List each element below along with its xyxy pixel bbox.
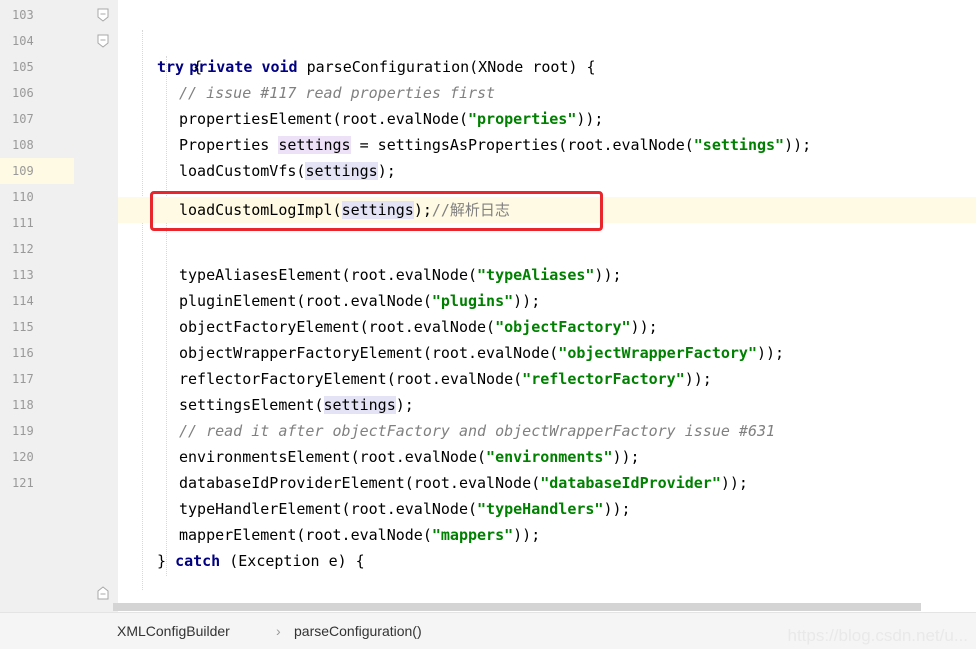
keyword: catch [175,552,221,570]
code-line-117[interactable]: environmentsElement(root.evalNode("envir… [118,418,976,466]
line-number: 119 [12,424,34,438]
line-number: 111 [12,216,34,230]
code-line-115[interactable]: settingsElement(settings); [118,366,976,414]
fold-marker-icon[interactable] [96,8,110,22]
line-number: 103 [12,8,34,22]
horizontal-scrollbar[interactable] [113,603,921,611]
line-number: 109 [0,158,74,184]
code-line-116[interactable]: // read it after objectFactory and objec… [118,392,976,440]
fold-marker-icon[interactable] [96,34,110,48]
code-line-103[interactable]: private void parseConfiguration(XNode ro… [118,2,976,76]
code-line-120[interactable]: mapperElement(root.evalNode("mappers")); [118,496,976,544]
code-line-114[interactable]: reflectorFactoryElement(root.evalNode("r… [118,340,976,388]
line-number: 114 [12,294,34,308]
breadcrumb-separator-icon: › [276,623,281,639]
line-number-gutter: 103 104 105 106 107 108 109 110 111 112 … [0,0,118,612]
breadcrumb-method[interactable]: parseConfiguration() [294,623,422,639]
line-number: 107 [12,112,34,126]
line-number: 112 [12,242,34,256]
line-number: 120 [12,450,34,464]
line-number: 113 [12,268,34,282]
line-number: 106 [12,86,34,100]
code-line-121[interactable]: } catch (Exception e) { [118,522,976,570]
highlight-annotation-box [150,191,603,231]
fold-end-marker-icon[interactable] [96,586,110,600]
code-line-108[interactable]: loadCustomVfs(settings); [118,132,976,180]
line-number: 118 [12,398,34,412]
line-number: 115 [12,320,34,334]
code-line-118[interactable]: databaseIdProviderElement(root.evalNode(… [118,444,976,492]
line-number: 117 [12,372,34,386]
watermark: https://blog.csdn.net/u... [787,626,968,645]
breadcrumb-class[interactable]: XMLConfigBuilder [117,623,230,639]
line-number: 104 [12,34,34,48]
code-line-105[interactable]: // issue #117 read properties first [118,54,976,102]
code-editor[interactable]: private void parseConfiguration(XNode ro… [118,0,976,612]
line-number: 116 [12,346,34,360]
code-line-119[interactable]: typeHandlerElement(root.evalNode("typeHa… [118,470,976,518]
code-text: } [157,552,176,570]
code-line-113[interactable]: objectWrapperFactoryElement(root.evalNod… [118,314,976,362]
code-line-111[interactable]: pluginElement(root.evalNode("plugins")); [118,262,976,310]
line-number: 110 [12,190,34,204]
code-line-112[interactable]: objectFactoryElement(root.evalNode("obje… [118,288,976,336]
line-number: 108 [12,138,34,152]
code-text: (Exception e) { [220,552,365,570]
code-line-110[interactable]: typeAliasesElement(root.evalNode("typeAl… [118,236,976,284]
code-line-104[interactable]: try { [118,28,976,76]
code-line-107[interactable]: Properties settings = settingsAsProperti… [118,106,976,154]
line-number: 105 [12,60,34,74]
line-number: 121 [12,476,34,490]
code-line-106[interactable]: propertiesElement(root.evalNode("propert… [118,80,976,128]
